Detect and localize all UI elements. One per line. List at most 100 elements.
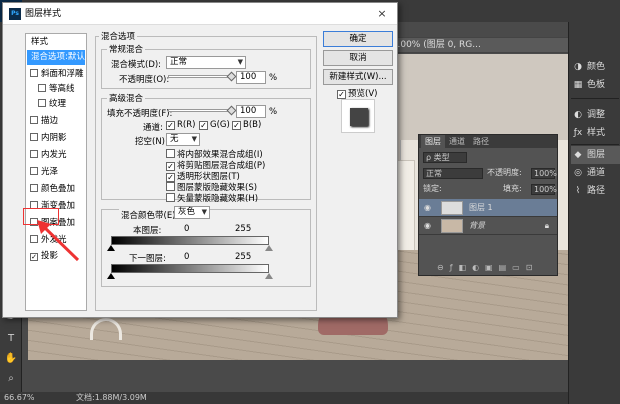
close-icon[interactable]: × [373, 6, 391, 22]
lock-icon: 🔒︎ [544, 221, 549, 230]
checkbox[interactable] [38, 99, 46, 107]
channel-g-checkbox[interactable]: ✓ G(G) [199, 120, 230, 130]
layer-blend-select[interactable]: 正常 [423, 168, 483, 179]
zoom-tool-icon[interactable]: ⌕ [3, 372, 19, 386]
layer-style-dialog: Ps 图层样式 × 样式 混合选项:默认 斜面和浮雕 等高线 纹理 描边 内阴影… [2, 2, 398, 318]
panel-swatches[interactable]: ▦ 色板 [571, 76, 620, 94]
layer-thumbnail [441, 219, 463, 233]
photoshop-logo-icon: Ps [9, 8, 21, 20]
this-layer-min: 0 [184, 224, 190, 234]
panel-layers[interactable]: ◆ 图层 [571, 146, 620, 164]
this-layer-gradient [111, 236, 269, 245]
checkbox[interactable] [30, 116, 38, 124]
style-preview-swatch [350, 108, 368, 126]
ok-button[interactable]: 确定 [323, 31, 393, 47]
channel-b-checkbox[interactable]: ✓ B(B) [232, 120, 261, 130]
style-item-stroke[interactable]: 描边 [27, 114, 85, 129]
panel-color[interactable]: ◑ 颜色 [571, 58, 620, 76]
panel-paths[interactable]: ⌇ 路径 [571, 182, 620, 200]
fill-opacity-slider[interactable] [168, 105, 237, 116]
divider [571, 144, 619, 145]
panel-channels[interactable]: ◎ 通道 [571, 164, 620, 182]
knockout-label: 挖空(N): [135, 137, 168, 147]
layers-panel-tabs: 图层 通道 路径 [419, 135, 557, 148]
style-item-inner-glow[interactable]: 内发光 [27, 148, 85, 163]
channels-label: 通道: [143, 123, 163, 133]
blending-options-title: 混合选项 [99, 30, 138, 42]
underlying-black-handle[interactable] [107, 273, 115, 279]
style-list: 样式 混合选项:默认 斜面和浮雕 等高线 纹理 描边 内阴影 内发光 光泽 颜色… [25, 33, 87, 311]
this-layer-white-handle[interactable] [265, 245, 273, 251]
layer-name: 背景 [469, 221, 485, 230]
opacity-input[interactable]: 100 [236, 71, 266, 84]
new-style-button[interactable]: 新建样式(W)... [323, 69, 393, 85]
checkbox[interactable] [30, 69, 38, 77]
panel-adjustments[interactable]: ◐ 调整 [571, 106, 620, 124]
cancel-button[interactable]: 取消 [323, 50, 393, 66]
channels-icon: ◎ [574, 168, 582, 178]
style-preview [341, 99, 375, 133]
doc-info: 文档:1.88M/3.09M [76, 393, 147, 402]
fill-opacity-input[interactable]: 100 [236, 105, 266, 118]
preview-checkbox[interactable]: ✓ 预览(V) [337, 87, 377, 99]
opacity-slider[interactable] [168, 71, 237, 82]
swatches-icon: ▦ [573, 80, 583, 90]
checkbox[interactable] [30, 167, 38, 175]
layer-filter-select[interactable]: ρ 类型 [423, 152, 467, 163]
lock-label: 锁定: [423, 184, 442, 193]
chevron-down-icon: ▼ [237, 58, 243, 66]
percent-sign: % [269, 73, 278, 83]
style-item-satin[interactable]: 光泽 [27, 165, 85, 180]
blend-mode-select[interactable]: 正常 ▼ [166, 56, 246, 69]
tab-paths[interactable]: 路径 [469, 135, 493, 148]
checkbox[interactable] [30, 184, 38, 192]
tab-layers[interactable]: 图层 [421, 135, 445, 148]
general-blending-title: 常规混合 [107, 43, 146, 55]
dialog-title: 图层样式 [25, 9, 62, 19]
style-item-contour[interactable]: 等高线 [27, 82, 85, 97]
paths-icon: ⌇ [575, 186, 581, 196]
chevron-down-icon: ▼ [201, 208, 207, 216]
underlying-layer-label: 下一图层: [129, 254, 166, 264]
eye-icon[interactable]: ◉ [424, 217, 431, 235]
layer-fill-label: 填充: [503, 184, 522, 193]
zoom-level[interactable]: 66.67% [4, 392, 35, 404]
style-item-inner-shadow[interactable]: 内阴影 [27, 131, 85, 146]
blend-if-select[interactable]: 灰色 ▼ [174, 206, 210, 219]
layers-footer-icons: ⊖ƒ◧◐▣▤▭⊡ [437, 263, 539, 272]
layer-opacity-input[interactable]: 100% [531, 168, 557, 179]
blend-mode-label: 混合模式(D): [111, 60, 162, 70]
style-item-bevel[interactable]: 斜面和浮雕 [27, 67, 85, 82]
hand-tool-icon[interactable]: ✋ [3, 352, 19, 366]
layers-icon: ◆ [574, 150, 582, 160]
checkbox[interactable] [30, 150, 38, 158]
underlying-min: 0 [184, 252, 190, 262]
text-tool-icon[interactable]: T [3, 332, 19, 346]
advanced-blending-title: 高级混合 [107, 92, 146, 104]
style-item-color-overlay[interactable]: 颜色叠加 [27, 182, 85, 197]
panel-styles[interactable]: ƒx 样式 [571, 124, 620, 142]
layer-fill-input[interactable]: 100% [531, 184, 557, 195]
styles-icon: ƒx [573, 128, 583, 138]
layer-opacity-label: 不透明度: [487, 168, 522, 177]
tab-channels[interactable]: 通道 [445, 135, 469, 148]
dialog-titlebar [3, 3, 397, 25]
eye-icon[interactable]: ◉ [424, 199, 431, 217]
underlying-white-handle[interactable] [265, 273, 273, 279]
style-item-blending-options[interactable]: 混合选项:默认 [27, 50, 85, 65]
channel-r-checkbox[interactable]: ✓ R(R) [166, 120, 195, 130]
layer-row[interactable]: ◉ 图层 1 [419, 199, 557, 217]
checkbox[interactable] [30, 133, 38, 141]
style-list-header: 样式 [31, 37, 49, 47]
status-bar: 66.67% 文档:1.88M/3.09M [0, 392, 620, 404]
blend-if-label: 混合颜色带(E): [119, 209, 181, 221]
knockout-select[interactable]: 无 ▼ [166, 133, 200, 146]
this-layer-black-handle[interactable] [107, 245, 115, 251]
style-item-texture[interactable]: 纹理 [27, 97, 85, 112]
underlying-max: 255 [235, 252, 252, 262]
color-icon: ◑ [574, 62, 582, 72]
option-vector-mask-hides-checkbox[interactable]: 矢量蒙版隐藏效果(H) [166, 192, 258, 204]
layer-row[interactable]: ◉ 背景 🔒︎ [419, 217, 557, 235]
checkbox[interactable] [38, 84, 46, 92]
this-layer-label: 本图层: [133, 226, 162, 236]
